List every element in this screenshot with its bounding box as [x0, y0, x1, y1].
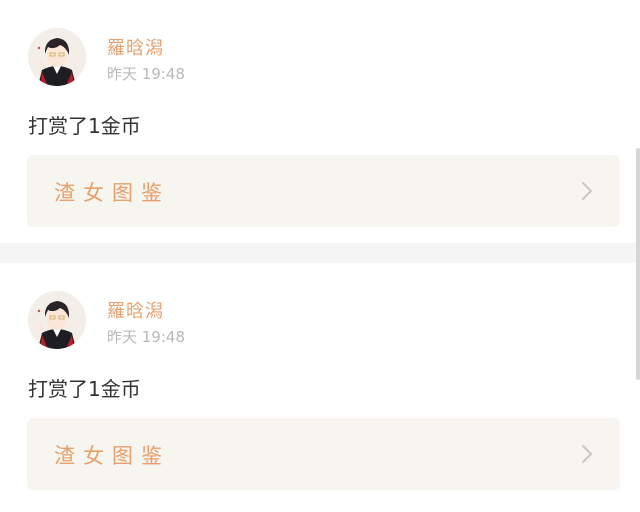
avatar-image: [28, 291, 86, 349]
work-title: 渣女图鉴: [54, 444, 170, 468]
scrollbar[interactable]: [636, 148, 640, 380]
avatar[interactable]: [28, 291, 86, 349]
feed-item: 羅晗潟 昨天 19:48 打赏了1金币 渣女图鉴: [0, 0, 640, 243]
feed-divider: [0, 243, 640, 263]
avatar-image: [28, 28, 86, 86]
reward-message: 打赏了1金币: [28, 377, 141, 401]
timestamp: 昨天 19:48: [107, 328, 185, 346]
username[interactable]: 羅晗潟: [107, 34, 164, 60]
work-title: 渣女图鉴: [54, 181, 170, 205]
reward-message: 打赏了1金币: [28, 114, 141, 138]
feed-item: 羅晗潟 昨天 19:48 打赏了1金币 渣女图鉴: [0, 263, 640, 512]
work-link-card[interactable]: 渣女图鉴: [27, 418, 620, 490]
avatar[interactable]: [28, 28, 86, 86]
chevron-right-icon: [582, 445, 592, 463]
reward-feed: 羅晗潟 昨天 19:48 打赏了1金币 渣女图鉴 羅晗潟 昨天 19:48 打赏…: [0, 0, 640, 512]
work-link-card[interactable]: 渣女图鉴: [27, 155, 620, 227]
username[interactable]: 羅晗潟: [107, 297, 164, 323]
timestamp: 昨天 19:48: [107, 65, 185, 83]
chevron-right-icon: [582, 182, 592, 200]
